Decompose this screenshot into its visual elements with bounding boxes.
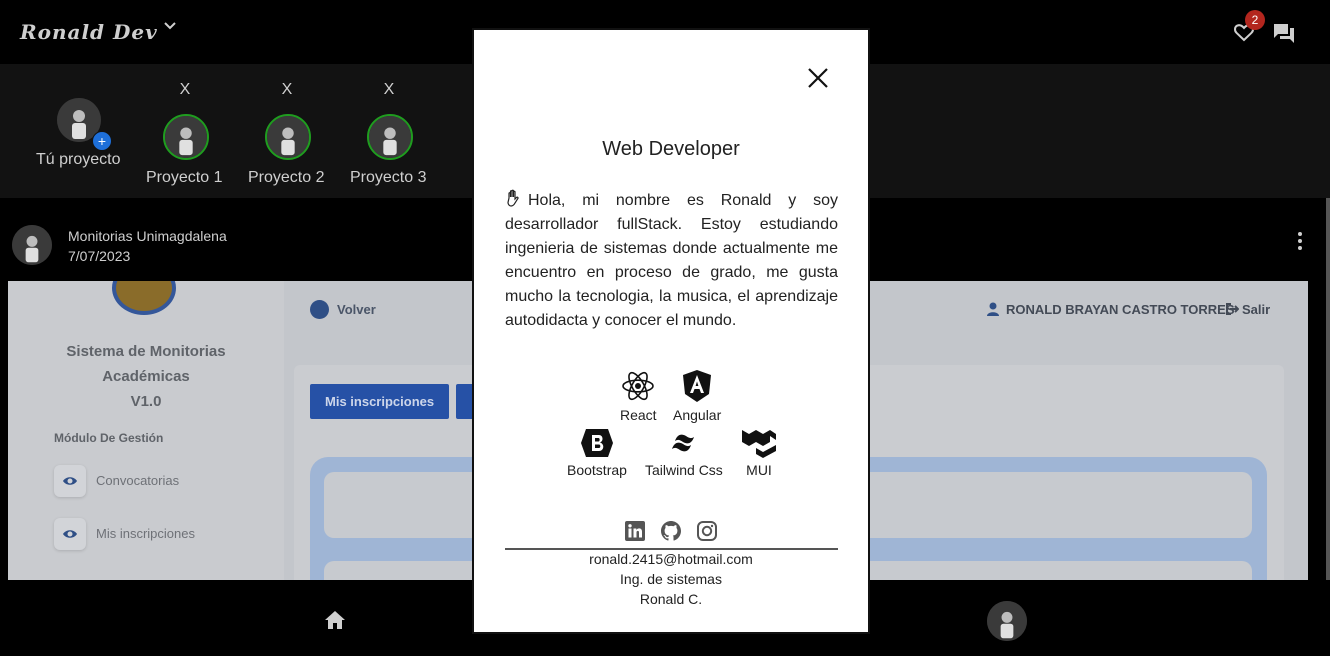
brand-title[interactable]: Ronald Dev bbox=[20, 20, 158, 44]
own-story-label: Tú proyecto bbox=[36, 151, 121, 168]
signature-label: Ronald C. bbox=[639, 591, 703, 607]
story-close-3[interactable]: X bbox=[379, 81, 399, 99]
more-options-icon[interactable] bbox=[1290, 230, 1310, 252]
profession-label: Ing. de sistemas bbox=[620, 571, 722, 587]
tailwind-icon bbox=[671, 434, 694, 452]
post-author-avatar[interactable] bbox=[12, 225, 52, 265]
chat-icon[interactable] bbox=[1272, 21, 1296, 45]
tech-mui: MUI bbox=[740, 428, 778, 478]
tech-label-mui: MUI bbox=[746, 462, 772, 478]
story-avatar-1[interactable] bbox=[163, 114, 209, 160]
image-button: Mis inscripciones bbox=[310, 384, 450, 419]
github-icon[interactable] bbox=[660, 520, 682, 542]
story-label-2: Proyecto 2 bbox=[248, 169, 325, 186]
tech-label-bootstrap: Bootstrap bbox=[567, 462, 627, 478]
eye-icon bbox=[54, 465, 86, 497]
scrollbar[interactable] bbox=[1326, 198, 1330, 580]
modal-title: Web Developer bbox=[602, 138, 740, 160]
image-user-name: RONALD BRAYAN CASTRO TORRES bbox=[1006, 302, 1235, 317]
mui-icon bbox=[742, 430, 776, 458]
arrow-left-icon bbox=[310, 300, 329, 319]
tech-tailwind: Tailwind Css bbox=[645, 428, 723, 478]
image-logout-label: Salir bbox=[1242, 302, 1271, 317]
bootstrap-icon bbox=[580, 429, 613, 457]
modal-bio: Hola, mi nombre es Ronald y soy desarrol… bbox=[505, 189, 838, 333]
home-icon[interactable] bbox=[324, 610, 346, 630]
tech-label-react: React bbox=[620, 407, 657, 423]
image-menu-item-1: Convocatorias bbox=[54, 465, 264, 499]
add-story-icon[interactable]: + bbox=[92, 131, 112, 151]
image-back-label: Volver bbox=[337, 302, 376, 317]
image-sidebar-title-3: V1.0 bbox=[130, 393, 162, 410]
image-menu-item-2: Mis inscripciones bbox=[54, 518, 264, 552]
tech-angular: Angular bbox=[673, 369, 721, 423]
story-label-3: Proyecto 3 bbox=[350, 169, 427, 186]
linkedin-icon[interactable] bbox=[624, 520, 646, 542]
contact-email[interactable]: ronald.2415@hotmail.com bbox=[474, 551, 868, 567]
waving-hand-icon bbox=[507, 189, 519, 207]
image-section-label: Módulo De Gestión bbox=[54, 431, 164, 445]
chevron-down-icon[interactable] bbox=[162, 18, 178, 34]
user-icon bbox=[987, 302, 999, 316]
image-menu-item-label-1: Convocatorias bbox=[96, 473, 180, 488]
logout-icon bbox=[1226, 303, 1239, 315]
profile-avatar[interactable] bbox=[987, 601, 1027, 641]
tech-bootstrap: Bootstrap bbox=[567, 428, 627, 478]
profile-modal: Web Developer Hola, mi nombre es Ronald … bbox=[472, 28, 870, 634]
story-close-1[interactable]: X bbox=[175, 81, 195, 99]
tech-react: React bbox=[620, 369, 657, 423]
instagram-icon[interactable] bbox=[696, 520, 718, 542]
react-icon bbox=[622, 371, 655, 401]
story-close-2[interactable]: X bbox=[277, 81, 297, 99]
post-date: 7/07/2023 bbox=[68, 248, 131, 264]
eye-icon bbox=[54, 518, 86, 550]
notifications-badge: 2 bbox=[1245, 10, 1265, 30]
tech-label-angular: Angular bbox=[673, 407, 722, 423]
post-author-name[interactable]: Monitorias Unimagdalena bbox=[68, 228, 227, 244]
university-logo bbox=[112, 281, 176, 315]
story-avatar-3[interactable] bbox=[367, 114, 413, 160]
image-sidebar: Sistema de Monitorias Académicas V1.0 Mó… bbox=[8, 281, 284, 580]
story-avatar-2[interactable] bbox=[265, 114, 311, 160]
modal-bio-text: Hola, mi nombre es Ronald y soy desarrol… bbox=[505, 192, 838, 329]
angular-icon bbox=[683, 370, 712, 402]
app-root: Ronald Dev 2 + Tú proyecto X Proyecto 1 … bbox=[0, 0, 1330, 656]
image-back-link: Volver bbox=[310, 300, 450, 320]
tech-label-tailwind: Tailwind Css bbox=[645, 462, 723, 478]
image-sidebar-title-2: Académicas bbox=[102, 368, 190, 385]
story-label-1: Proyecto 1 bbox=[146, 169, 223, 186]
image-sidebar-title-1: Sistema de Monitorias bbox=[66, 343, 226, 360]
divider bbox=[505, 548, 838, 550]
close-icon[interactable] bbox=[806, 66, 830, 90]
image-menu-item-label-2: Mis inscripciones bbox=[96, 526, 195, 541]
